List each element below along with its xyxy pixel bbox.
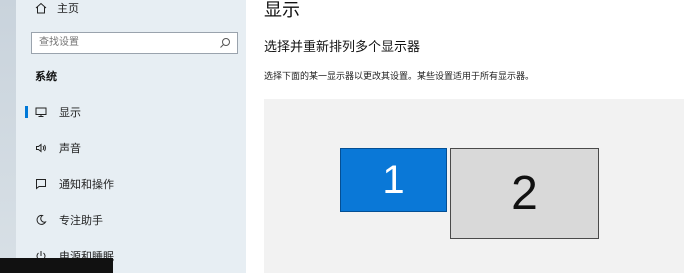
section-heading: 选择并重新排列多个显示器 (264, 40, 421, 55)
home-icon (35, 2, 47, 14)
sidebar-item-notifications[interactable]: 通知和操作 (0, 169, 246, 199)
sidebar-item-display[interactable]: 显示 (0, 97, 246, 127)
sidebar: 主页 系统 显示 声音 通知和操作 (0, 0, 246, 273)
monitor-number: 2 (511, 167, 538, 220)
sidebar-item-label: 显示 (59, 106, 81, 119)
page-title: 显示 (264, 0, 300, 21)
section-title-system: 系统 (35, 70, 57, 83)
monitor-1-tile[interactable]: 1 (340, 148, 447, 212)
monitor-number: 1 (382, 157, 405, 202)
sidebar-item-label: 专注助手 (59, 214, 103, 227)
sidebar-item-focus-assist[interactable]: 专注助手 (0, 205, 246, 235)
sidebar-item-label: 声音 (59, 142, 81, 155)
search-box[interactable] (31, 32, 238, 54)
taskbar-overlay (0, 258, 113, 273)
description-text: 选择下面的某一显示器以更改其设置。某些设置适用于所有显示器。 (264, 72, 535, 82)
notification-icon (36, 179, 46, 190)
selected-indicator (25, 106, 28, 118)
nav-home-label: 主页 (57, 2, 79, 15)
monitor-2-tile[interactable]: 2 (450, 148, 599, 239)
sidebar-item-label: 通知和操作 (59, 178, 114, 191)
monitor-icon (35, 107, 47, 117)
speaker-icon (36, 143, 46, 153)
search-icon[interactable] (219, 37, 231, 49)
sidebar-item-sound[interactable]: 声音 (0, 133, 246, 163)
main-content: 显示 选择并重新排列多个显示器 选择下面的某一显示器以更改其设置。某些设置适用于… (246, 0, 684, 273)
display-arrangement-area[interactable]: 1 2 (264, 99, 684, 273)
search-input[interactable] (39, 33, 209, 53)
moon-icon (36, 214, 47, 225)
nav-home[interactable]: 主页 (35, 0, 79, 16)
